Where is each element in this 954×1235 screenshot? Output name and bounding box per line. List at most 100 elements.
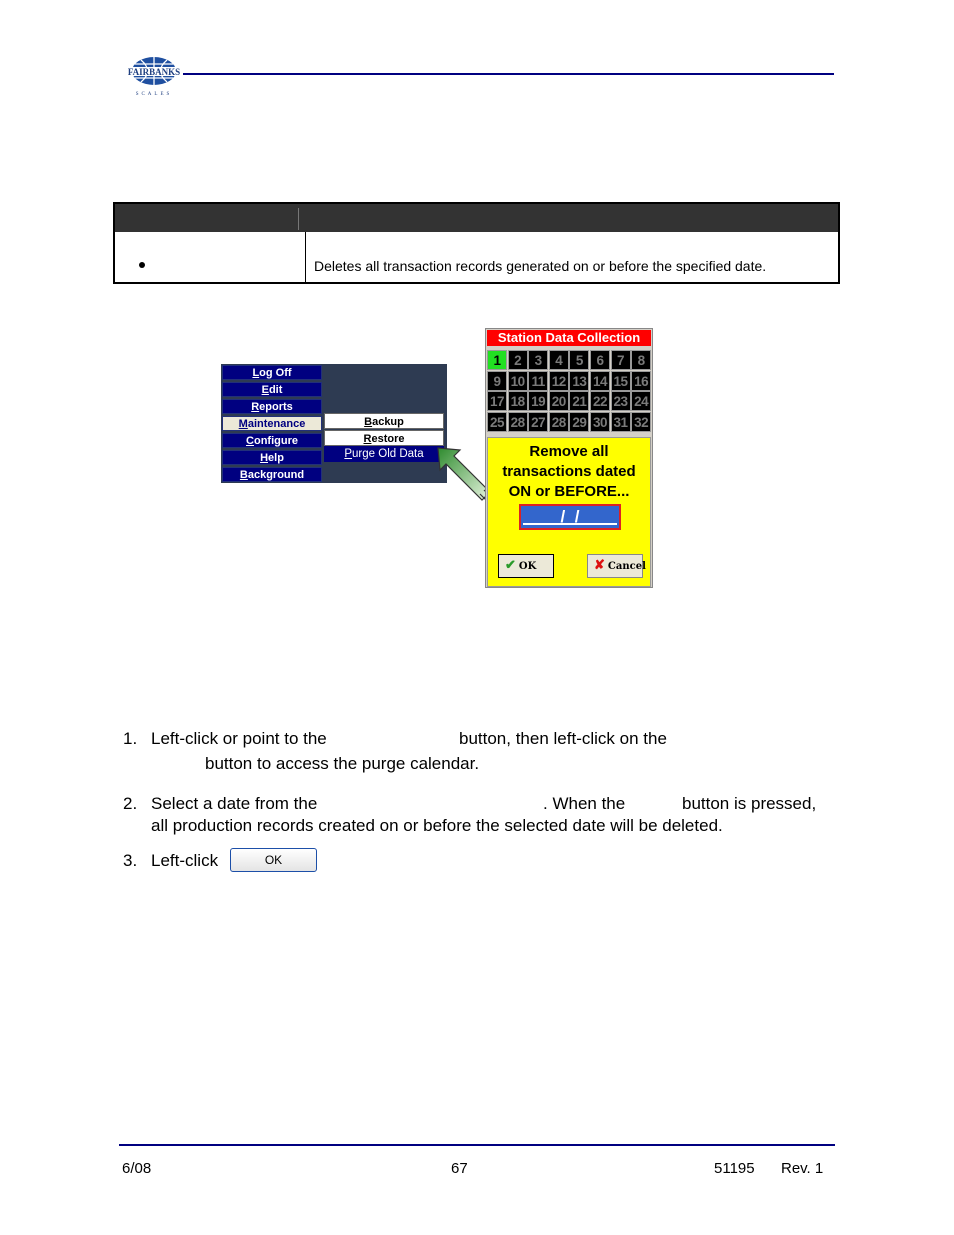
submenu-item-backup[interactable]: Backup [324,413,444,429]
station-cell[interactable]: 28 [548,411,569,432]
menu-item-maintenance[interactable]: Maintenance [222,416,322,431]
station-cell[interactable]: 13 [569,370,590,391]
station-cell[interactable]: 31 [610,411,631,432]
station-cell[interactable]: 15 [610,370,631,391]
function-table: Deletes all transaction records generate… [113,202,840,284]
station-cell[interactable]: 17 [487,391,507,412]
header-rule [183,73,834,75]
accel-key: B [364,416,373,428]
station-panel-title: Station Data Collection [487,330,651,346]
station-cell[interactable]: 28 [507,411,528,432]
doc-number: 51195 [714,1160,755,1177]
column-divider [305,232,306,282]
menu-label: og Off [259,367,292,379]
x-icon: ✘ [594,558,605,573]
station-cell[interactable]: 19 [528,391,549,412]
station-cell[interactable]: 18 [507,391,528,412]
station-cell[interactable]: 24 [631,391,652,412]
dialog-cancel-button[interactable]: ✘ Cancel [587,554,646,578]
step-number: 1. [123,729,138,748]
message-line: ON or BEFORE... [508,483,630,500]
submenu-label: urge Old Data [352,448,424,460]
station-cell[interactable]: 1 [487,350,507,370]
menu-label: aintenance [247,418,306,430]
purge-message: Remove all transactions dated ON or BEFO… [488,442,650,502]
station-data-collection-panel: Station Data Collection 1 2 3 4 5 6 7 8 9 10 11 12 1… [485,328,653,588]
station-grid: 1 2 3 4 5 6 7 8 9 10 11 12 13 14 15 16 17 18 19 20 21 22 23 24 2… [487,350,652,432]
step-text: button to access the purge calendar. [205,754,480,773]
footer-rule [119,1144,835,1146]
cancel-label: Cancel [607,561,646,572]
station-cell[interactable]: 20 [548,391,569,412]
accel-key: C [246,435,254,447]
message-line: transactions dated [502,463,636,480]
menu-screenshot: Log Off Edit Reports Maintenance Configu… [221,364,447,483]
station-cell[interactable]: 4 [548,350,569,370]
table-bullet [139,262,145,268]
accel-key: H [260,452,269,464]
purge-date-field[interactable]: / / [519,504,621,530]
accel-key: E [261,384,269,396]
footer-date: 6/08 [122,1160,152,1177]
station-cell[interactable]: 30 [589,411,610,432]
station-cell[interactable]: 22 [589,391,610,412]
station-cell[interactable]: 9 [487,370,507,391]
checkmark-icon: ✔ [505,558,516,573]
menu-item-reports[interactable]: Reports [222,399,322,414]
station-cell[interactable]: 3 [528,350,549,370]
fairbanks-logo: FAIRBANKS SCALES [123,55,185,99]
station-cell[interactable]: 7 [610,350,631,370]
step-text: Select a date from the [151,794,318,813]
purge-dialog: Remove all transactions dated ON or BEFO… [487,437,651,587]
accel-key: B [239,469,248,481]
station-cell[interactable]: 16 [631,370,652,391]
station-cell[interactable]: 11 [528,370,549,391]
station-cell[interactable]: 27 [528,411,549,432]
ok-button[interactable]: OK [230,848,317,872]
svg-text:FAIRBANKS: FAIRBANKS [128,67,180,77]
step-number: 2. [123,794,138,813]
step-text: button is pressed, [682,794,817,813]
step-text: Left-click or point to the [151,729,327,748]
station-cell[interactable]: 10 [507,370,528,391]
submenu-label: estore [371,433,405,445]
station-cell[interactable]: 29 [569,411,590,432]
ok-label: OK [518,561,537,572]
station-cell[interactable]: 32 [631,411,652,432]
station-cell[interactable]: 12 [548,370,569,391]
menu-label: dit [268,384,283,396]
dialog-ok-button[interactable]: ✔ OK [498,554,554,578]
station-cell[interactable]: 21 [569,391,590,412]
step-text: Left-click [151,851,219,870]
page-number: 67 [451,1160,468,1177]
accel-key: M [238,418,248,430]
step-text: button, then left-click on the [459,729,667,748]
revision: Rev. 1 [781,1160,824,1177]
table-description: Deletes all transaction records generate… [314,258,767,274]
step-text: . When the [543,794,626,813]
menu-item-configure[interactable]: Configure [222,433,322,448]
table-header [115,204,838,232]
svg-text:SCALES: SCALES [136,92,173,97]
accel-key: R [251,401,260,413]
menu-item-help[interactable]: Help [222,450,322,465]
station-cell[interactable]: 14 [589,370,610,391]
station-cell[interactable]: 8 [631,350,652,370]
submenu-label: ackup [372,416,404,428]
menu-item-log-off[interactable]: Log Off [222,365,322,380]
accel-key: P [344,448,353,460]
station-cell[interactable]: 25 [487,411,507,432]
station-cell[interactable]: 2 [507,350,528,370]
step-text: all production records created on or bef… [151,816,723,835]
station-cell[interactable]: 23 [610,391,631,412]
menu-label: elp [268,452,284,464]
menu-label: eports [259,401,293,413]
station-cell[interactable]: 6 [589,350,610,370]
message-line: Remove all [529,443,609,460]
step-number: 3. [123,851,138,870]
menu-item-background[interactable]: Background [222,467,322,482]
submenu-item-purge-old-data[interactable]: Purge Old Data [324,446,444,462]
submenu-item-restore[interactable]: Restore [324,430,444,446]
station-cell[interactable]: 5 [569,350,590,370]
menu-item-edit[interactable]: Edit [222,382,322,397]
